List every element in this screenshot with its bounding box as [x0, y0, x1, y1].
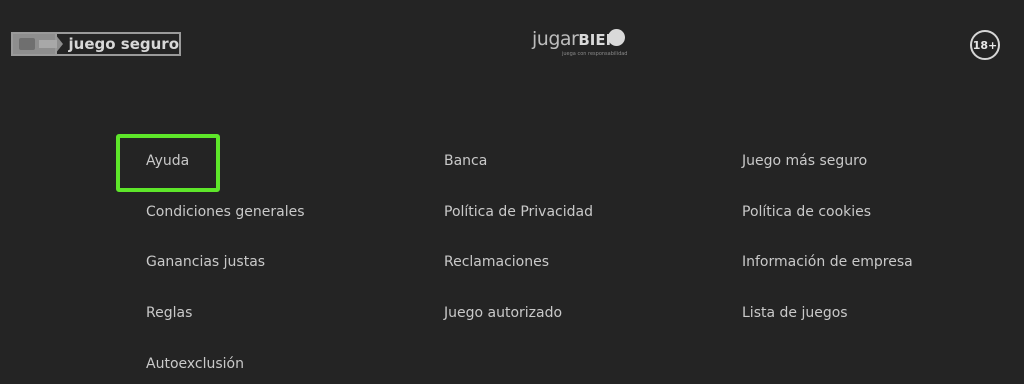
jugarbien-logo[interactable]: jugarBIEN juega con responsabilidad — [532, 28, 628, 62]
link-lista-juegos[interactable]: Lista de juegos — [742, 292, 913, 343]
jugarbien-dot-icon — [608, 29, 625, 46]
juego-seguro-logo[interactable]: juego seguro — [11, 32, 181, 56]
links-column-2: Banca Política de Privacidad Reclamacion… — [444, 140, 593, 343]
link-banca[interactable]: Banca — [444, 140, 593, 191]
juego-seguro-text: juego seguro — [68, 35, 179, 53]
link-informacion-empresa[interactable]: Información de empresa — [742, 241, 913, 292]
age-restriction-badge[interactable]: 18+ — [970, 30, 1000, 60]
jugarbien-light-text: jugar — [532, 28, 579, 50]
jugarbien-tagline: juega con responsabilidad — [562, 51, 628, 57]
link-ayuda[interactable]: Ayuda — [146, 140, 305, 191]
links-column-3: Juego más seguro Política de cookies Inf… — [742, 140, 913, 343]
spain-flag-icon — [13, 34, 57, 54]
link-politica-cookies[interactable]: Política de cookies — [742, 191, 913, 242]
link-juego-autorizado[interactable]: Juego autorizado — [444, 292, 593, 343]
footer-page: juego seguro jugarBIEN juega con respons… — [0, 0, 1024, 384]
link-ganancias-justas[interactable]: Ganancias justas — [146, 241, 305, 292]
link-politica-privacidad[interactable]: Política de Privacidad — [444, 191, 593, 242]
link-condiciones-generales[interactable]: Condiciones generales — [146, 191, 305, 242]
links-column-1: Ayuda Condiciones generales Ganancias ju… — [146, 140, 305, 384]
link-reclamaciones[interactable]: Reclamaciones — [444, 241, 593, 292]
link-autoexclusion[interactable]: Autoexclusión — [146, 343, 305, 384]
link-reglas[interactable]: Reglas — [146, 292, 305, 343]
link-juego-mas-seguro[interactable]: Juego más seguro — [742, 140, 913, 191]
